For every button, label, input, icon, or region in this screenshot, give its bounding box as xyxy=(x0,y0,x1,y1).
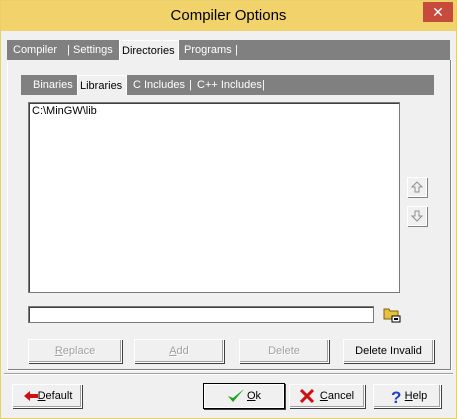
directory-path-input[interactable] xyxy=(28,306,374,323)
title-bar[interactable]: Compiler Options ✕ xyxy=(1,1,456,31)
move-up-button[interactable] xyxy=(407,177,427,197)
checkmark-icon xyxy=(228,389,244,402)
compiler-options-window: Compiler Options ✕ Compiler | Settings D… xyxy=(0,0,457,419)
browse-folder-button[interactable] xyxy=(381,303,403,325)
tab-directories[interactable]: Directories xyxy=(119,40,179,60)
svg-text:?: ? xyxy=(391,388,401,405)
footer-separator xyxy=(4,373,453,375)
help-button[interactable]: ? Help xyxy=(373,384,441,408)
arrow-up-icon xyxy=(411,181,423,193)
replace-button[interactable]: Replace xyxy=(28,339,122,363)
tab-c-includes[interactable]: C Includes xyxy=(131,77,187,93)
folder-browse-icon xyxy=(383,308,401,323)
close-button[interactable]: ✕ xyxy=(423,2,453,22)
tab-settings[interactable]: Settings xyxy=(71,42,115,58)
sub-tab-strip: Binaries Libraries C Includes | C++ Incl… xyxy=(21,75,434,95)
cancel-button[interactable]: Cancel xyxy=(289,384,365,408)
default-button[interactable]: Default xyxy=(12,384,82,408)
arrow-left-icon xyxy=(24,391,38,401)
delete-button[interactable]: Delete xyxy=(239,339,329,363)
help-question-icon: ? xyxy=(391,388,401,405)
tab-programs[interactable]: Programs xyxy=(182,42,234,58)
arrow-down-icon xyxy=(411,210,423,222)
cancel-x-icon xyxy=(300,389,314,403)
list-item[interactable]: C:\MinGW\lib xyxy=(32,105,97,117)
delete-invalid-button[interactable]: Delete Invalid xyxy=(343,339,434,363)
ok-button[interactable]: Ok xyxy=(204,384,284,408)
directory-list[interactable]: C:\MinGW\lib xyxy=(28,102,400,293)
tab-cpp-includes[interactable]: C++ Includes xyxy=(195,77,264,93)
tab-libraries[interactable]: Libraries xyxy=(77,75,127,95)
window-title: Compiler Options xyxy=(170,7,287,24)
move-down-button[interactable] xyxy=(407,206,427,226)
main-tab-strip: Compiler | Settings Directories Programs… xyxy=(7,40,450,60)
add-button[interactable]: Add xyxy=(134,339,224,363)
tab-compiler[interactable]: Compiler xyxy=(11,42,59,58)
tab-binaries[interactable]: Binaries xyxy=(31,77,75,93)
